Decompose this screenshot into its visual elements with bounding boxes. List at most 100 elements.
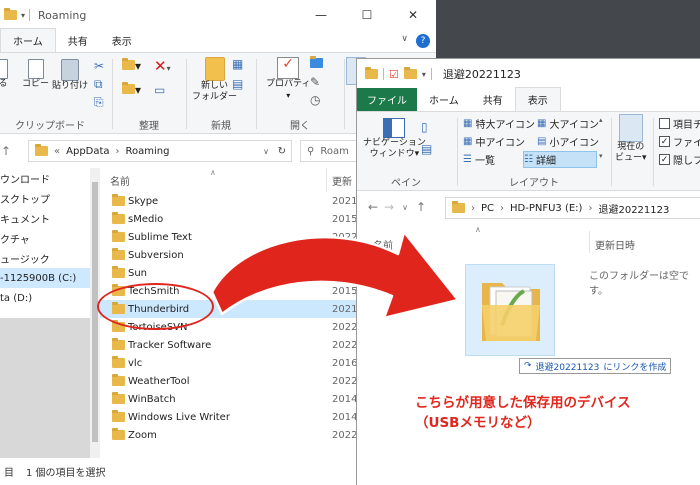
column-header-date[interactable]: 更新日時 <box>595 237 635 252</box>
nav-item-music[interactable]: ュージック <box>0 248 90 268</box>
tab-file[interactable]: ファイル <box>357 88 417 111</box>
ribbon-collapse-icon[interactable]: ∨ <box>401 34 408 44</box>
open-group: プロパティ ▾ ✎ ◷ 開く <box>258 53 342 135</box>
address-part[interactable]: AppData <box>66 146 109 157</box>
address-box[interactable]: « AppData › Roaming ∨ ↻ <box>28 140 292 162</box>
file-name: WeatherTool <box>128 375 190 387</box>
file-name: WinBatch <box>128 393 176 405</box>
paste-button[interactable]: 貼り付け <box>52 59 88 92</box>
tab-view[interactable]: 表示 <box>514 87 561 111</box>
link-icon: ↷ <box>524 361 532 371</box>
tab-home[interactable]: ホーム <box>0 28 56 52</box>
file-name: Zoom <box>128 429 157 441</box>
file-extension-toggle[interactable]: ✓ファイル <box>659 134 700 149</box>
address-part[interactable]: 退避20221123 <box>598 201 669 216</box>
close-button[interactable]: ✕ <box>390 0 436 30</box>
current-view-button[interactable]: 現在の ビュー▾ <box>615 114 647 164</box>
delete-icon[interactable]: ✕▾ <box>154 57 171 75</box>
edit-icon[interactable]: ✎ <box>310 75 320 89</box>
cut-button[interactable]: る <box>0 59 8 90</box>
group-label: 新規 <box>211 121 231 132</box>
rename-icon[interactable]: ▭ <box>154 83 165 97</box>
folder-icon <box>112 356 125 368</box>
nav-item-drive-d[interactable]: ta (D:) <box>0 288 90 308</box>
copy-path-icon[interactable]: ⧉ <box>94 77 103 92</box>
ribbon-tabs: ホーム 共有 表示 ∨ ? <box>0 28 436 52</box>
forward-arrow-icon[interactable]: → <box>381 200 397 214</box>
group-label: レイアウト <box>509 178 559 189</box>
new-folder-button[interactable]: 新しい フォルダー <box>192 57 237 103</box>
folder-icon <box>112 392 125 404</box>
address-part[interactable]: HD-PNFU3 (E:) <box>510 203 582 214</box>
recent-dropdown-icon[interactable]: ∨ <box>397 203 413 212</box>
layout-scroll-up-icon[interactable]: ▴ <box>599 116 603 124</box>
view-large-icons[interactable]: ▦ 大アイコン <box>537 116 599 131</box>
view-small-icons[interactable]: ▤ 小アイコン <box>537 134 599 149</box>
up-arrow-icon[interactable]: ↑ <box>413 200 429 214</box>
nav-item-drive-c[interactable]: -1125900B (C:) <box>0 268 90 288</box>
maximize-button[interactable]: ☐ <box>344 0 390 30</box>
address-dropdown-icon[interactable]: ∨ <box>263 147 269 156</box>
scissors-icon[interactable]: ✂ <box>94 59 104 73</box>
properties-quick-icon[interactable]: ☑ <box>389 68 399 81</box>
layout-more-icon[interactable]: ▾ <box>599 152 603 160</box>
column-header-name[interactable]: 名前 <box>110 173 130 188</box>
minimize-button[interactable]: — <box>298 0 344 30</box>
folder-icon <box>112 338 125 350</box>
up-arrow-icon[interactable]: ↑ <box>0 144 14 158</box>
tab-home[interactable]: ホーム <box>417 88 471 111</box>
folder-icon <box>452 201 465 213</box>
folder-icon <box>112 410 125 422</box>
address-box[interactable]: › PC › HD-PNFU3 (E:) › 退避20221123 <box>445 197 700 219</box>
copy-button[interactable]: コピー <box>22 59 49 90</box>
copy-to-icon[interactable]: ▾ <box>122 82 141 97</box>
nav-item-downloads[interactable]: ウンロード <box>0 168 90 188</box>
group-label: 整理 <box>139 121 159 132</box>
open-icon[interactable] <box>310 56 323 71</box>
back-arrow-icon[interactable]: ← <box>365 200 381 214</box>
document-icon <box>0 59 8 79</box>
preview-pane-icon[interactable]: ▯ <box>421 120 428 134</box>
new-item-icon[interactable]: ▦ <box>232 57 243 71</box>
file-name: Windows Live Writer <box>128 411 230 423</box>
tab-share[interactable]: 共有 <box>471 88 515 111</box>
address-part[interactable]: PC <box>481 203 494 214</box>
move-to-icon[interactable]: ▾ <box>122 58 141 73</box>
navigation-pane-button[interactable]: ナビゲーション ウィンドウ▾ <box>363 118 426 160</box>
quick-access-dropdown-icon[interactable]: ▾ <box>21 11 25 20</box>
nav-item-documents[interactable]: キュメント <box>0 208 90 228</box>
refresh-icon[interactable]: ↻ <box>278 146 286 157</box>
status-selected: 1 個の項目を選択 <box>26 468 106 479</box>
empty-folder-message: このフォルダーは空です。 <box>589 271 689 297</box>
view-extra-large-icons[interactable]: ▦ 特大アイコン <box>463 116 535 131</box>
easy-access-icon[interactable]: ▤ <box>232 77 243 91</box>
file-name: Skype <box>128 195 159 207</box>
folder-icon <box>112 230 125 242</box>
folder-icon <box>112 212 125 224</box>
quick-access-dropdown-icon[interactable]: ▾ <box>422 70 426 79</box>
tab-view[interactable]: 表示 <box>100 29 144 52</box>
folder-icon <box>112 428 125 440</box>
history-icon[interactable]: ◷ <box>310 93 320 107</box>
view-details[interactable]: ☷ 詳細 <box>523 151 597 168</box>
hidden-items-toggle[interactable]: ✓ 隠しフ <box>659 152 700 167</box>
file-name: Tracker Software <box>128 339 212 351</box>
view-list[interactable]: ☰ 一覧 <box>463 152 495 167</box>
nav-item-pictures[interactable]: クチャ <box>0 228 90 248</box>
view-medium-icons[interactable]: ▦ 中アイコン <box>463 134 525 149</box>
column-header-date[interactable]: 更新 <box>332 173 352 188</box>
new-folder-quick-icon[interactable] <box>403 67 417 79</box>
item-checkbox-toggle[interactable]: 項目チ <box>659 116 700 131</box>
nav-item-desktop[interactable]: スクトップ <box>0 188 90 208</box>
address-part[interactable]: Roaming <box>126 146 170 157</box>
clipboard-group: る コピー 貼り付け ✂ ⧉ ⎘ クリップボード <box>0 53 110 135</box>
folder-icon <box>112 374 125 386</box>
column-header-name[interactable]: 名前 <box>373 237 393 252</box>
window-title: Roaming <box>38 8 87 22</box>
help-icon[interactable]: ? <box>416 34 430 48</box>
details-pane-icon[interactable]: ▤ <box>421 142 432 156</box>
paste-shortcut-icon[interactable]: ⎘ <box>94 95 104 110</box>
tab-share[interactable]: 共有 <box>56 29 100 52</box>
new-folder-icon <box>204 57 225 81</box>
properties-button[interactable]: プロパティ ▾ <box>266 57 310 101</box>
